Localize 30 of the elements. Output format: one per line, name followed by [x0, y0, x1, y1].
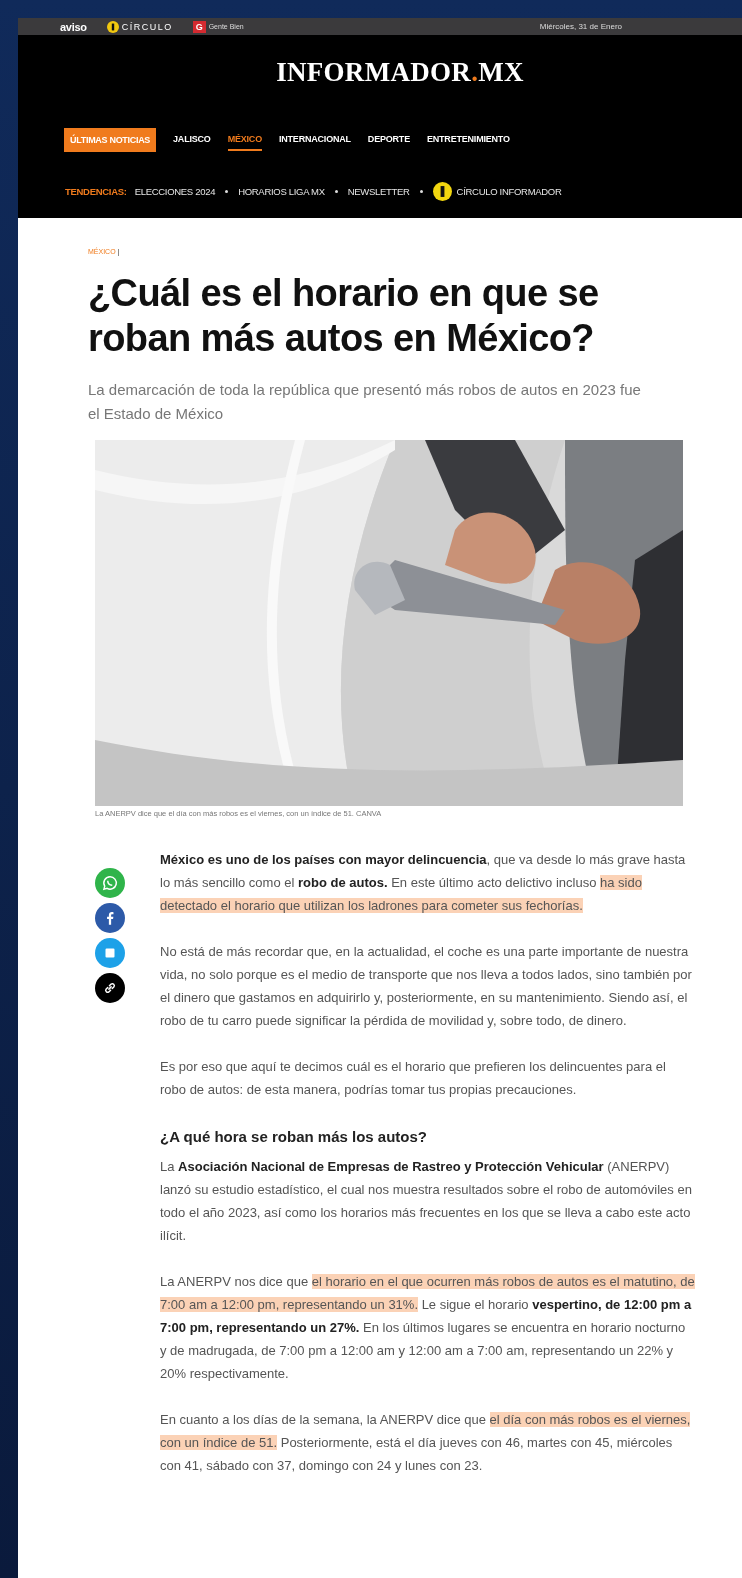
paragraph: No está de más recordar que, en la actualidad, el coche es una parte importante de nuestra vida, no solo porque es el medio de transporte que nos lleva a todos lados, sino también por el dinero que gastamos en adquirirlo y, posteriormente, en su mantenimiento. Siendo así, el robo de tu carro puede significar la pérdida de movilidad y, sobre todo, de dinero. — [160, 943, 693, 1030]
trend-link[interactable]: CÍRCULO INFORMADOR — [456, 186, 562, 197]
trend-link[interactable]: NEWSLETTER — [347, 186, 410, 197]
nav-tab[interactable]: ENTRETENIMIENTO — [426, 129, 510, 151]
article-title: ¿Cuál es el horario en que se roban más autos en México? — [88, 271, 600, 361]
article-subtitle: La demarcación de toda la república que presentó más robos de autos en 2023 fue el Estado de México — [88, 380, 642, 424]
nav-tab[interactable]: INTERNACIONAL — [278, 129, 351, 151]
trends-label: TENDENCIAS: — [65, 186, 127, 197]
circulo-logo[interactable]: CÍRCULO — [121, 21, 173, 32]
twitter-share-button[interactable] — [95, 938, 125, 968]
circulo-logo-icon — [106, 20, 119, 33]
circulo-logo-icon — [432, 182, 452, 201]
paragraph: La ANERPV nos dice que el horario en el que ocurren más robos de autos es el matutino, de 7:00 am a 12:00 pm, representando un 31%. Le sigue el horario vespertino, de 12:00 pm a 7:00 pm, representando un 27%. En los últimos lugares se encuentra en horario nocturno y de madrugada, de 7:00 pm a 12:00 am y 12:00 am a 7:00 am, representando un 22% y 20% respectivamente. — [160, 1273, 695, 1383]
gente-bien-mark: G — [192, 20, 206, 33]
site-logo[interactable]: INFORMADOR.MX — [58, 57, 742, 88]
paragraph: La Asociación Nacional de Empresas de Rastreo y Protección Vehicular (ANERPV) lanzó su estudio estadístico, el cual nos muestra resultados sobre el robo de automóviles en todo el año 2023, así como los horarios más frecuentes en los que se lleva a cabo este acto ilícit. — [160, 1158, 693, 1245]
section-heading: ¿A qué hora se roban más los autos? — [160, 1128, 428, 1145]
nav-tab[interactable]: DEPORTE — [367, 129, 410, 151]
paragraph: Es por eso que aquí te decimos cuál es el horario que prefieren los delincuentes para el robo de autos: de esta manera, podrías tomar tus propias precauciones. — [160, 1058, 667, 1099]
paragraph: En cuanto a los días de la semana, la ANERPV dice que el día con más robos es el viernes, con un índice de 51. Posteriormente, está el día jueves con 46, martes con 45, miércoles con 41, sábado con 37, domingo con 24 y lunes con 23. — [160, 1411, 692, 1475]
aviso-logo[interactable]: aviso — [60, 20, 87, 33]
trend-link[interactable]: HORARIOS LIGA MX — [238, 186, 325, 197]
whatsapp-icon — [101, 874, 119, 892]
whatsapp-share-button[interactable] — [95, 868, 125, 898]
nav-tab[interactable]: MÉXICO — [227, 129, 262, 151]
facebook-share-button[interactable] — [95, 903, 125, 933]
nav-tab[interactable]: JALISCO — [173, 129, 211, 151]
trend-link[interactable]: ELECCIONES 2024 — [134, 186, 216, 197]
copy-link-button[interactable] — [95, 973, 125, 1003]
date-text: Miércoles, 31 de Enero — [539, 22, 622, 31]
